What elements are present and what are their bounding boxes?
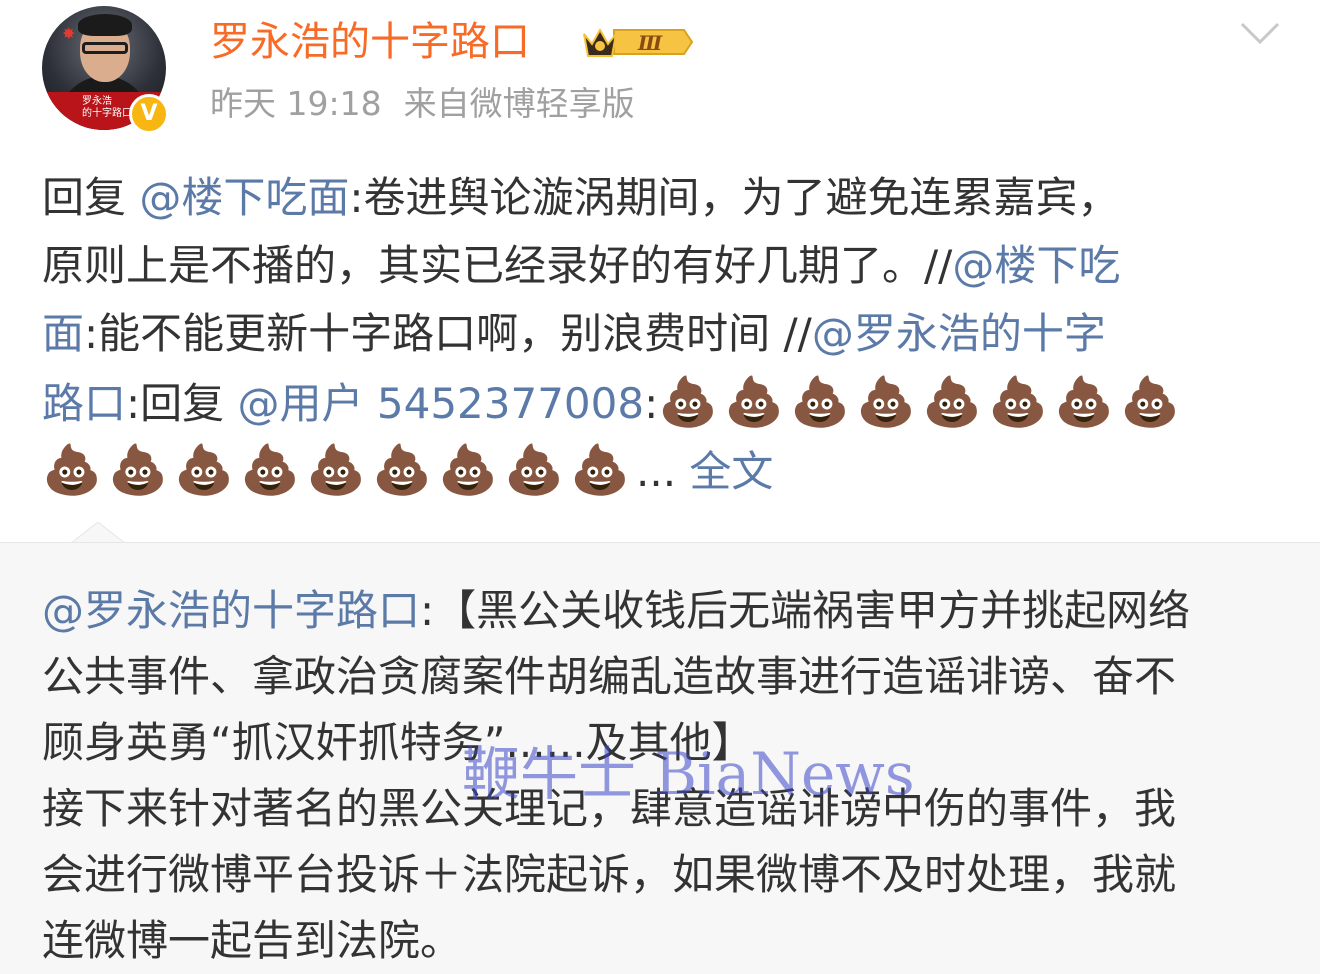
post-text: : (644, 379, 659, 428)
mention-user[interactable]: @用户 5452377008 (238, 379, 645, 428)
repost-line-1: @罗永浩的十字路口:【黑公关收钱后无端祸害甲方并挑起网络 (42, 578, 1292, 644)
post-body: 回复 @楼下吃面:卷进舆论漩涡期间，为了避免连累嘉宾， 原则上是不播的，其实已经… (42, 164, 1292, 504)
post-text: :卷进舆论漩涡期间，为了避免连累嘉宾， (349, 173, 1120, 222)
poop-emoji-icon: 💩 (372, 442, 432, 498)
post-line-3: 面:能不能更新十字路口啊，别浪费时间 //@罗永浩的十字 (42, 300, 1292, 368)
post-source[interactable]: 来自微博轻享版 (404, 84, 635, 123)
repost-text: :【黑公关收钱后无端祸害甲方并挑起网络 (420, 586, 1191, 635)
post-line-1: 回复 @楼下吃面:卷进舆论漩涡期间，为了避免连累嘉宾， (42, 164, 1292, 232)
post-meta: 昨天 19:18 来自微博轻享版 (210, 80, 635, 128)
repost-notch (70, 522, 126, 544)
avatar-glasses (82, 42, 128, 54)
post-text: :回复 (126, 379, 238, 428)
poop-emoji-icon: 💩 (1054, 374, 1115, 430)
poop-emoji-icon: 💩 (988, 374, 1049, 430)
post-text: 原则上是不播的，其实已经录好的有好几期了。// (42, 241, 953, 290)
poop-emoji-icon: 💩 (306, 442, 366, 498)
repost-line-2: 公共事件、拿政治贪腐案件胡编乱造故事进行造谣诽谤、奋不 (42, 652, 1177, 701)
post-line-5: 💩 💩 💩 💩 💩 💩 💩 💩 💩... 全文 (42, 436, 1292, 504)
poop-emoji-icon: 💩 (1120, 374, 1181, 430)
member-level-label: Ⅲ (637, 31, 663, 55)
post-timestamp: 昨天 19:18 (210, 84, 382, 123)
verified-badge-icon: V (129, 94, 169, 134)
watermark: 鞭牛士 BiaNews (462, 740, 915, 808)
poop-emoji-icon: 💩 (658, 374, 719, 430)
avatar-hair (78, 14, 132, 36)
mention-luoyonghao-end[interactable]: 路口 (42, 379, 126, 428)
reply-prefix: 回复 (42, 173, 127, 222)
repost-line-5: 会进行微博平台投诉＋法院起诉，如果微博不及时处理，我就 (42, 850, 1177, 899)
poop-emoji-icon: 💩 (438, 442, 498, 498)
poop-emoji-icon: 💩 (42, 442, 102, 498)
poop-emoji-icon: 💩 (108, 442, 168, 498)
repost-author-mention[interactable]: @罗永浩的十字路口 (42, 586, 420, 635)
ellipsis: ... (636, 447, 690, 496)
post-text: :能不能更新十字路口啊，别浪费时间 // (84, 309, 812, 358)
member-crown-badge-icon[interactable]: Ⅲ (580, 22, 696, 62)
username[interactable]: 罗永浩的十字路口 (210, 14, 530, 70)
mention-loudown[interactable]: @楼下吃面 (139, 173, 349, 222)
poop-emoji-icon: 💩 (174, 442, 234, 498)
full-text-link[interactable]: 全文 (689, 447, 773, 496)
poop-emoji-icon: 💩 (724, 374, 785, 430)
repost-line-6: 连微博一起告到法院。 (42, 916, 463, 965)
mention-loudown-split[interactable]: @楼下吃 (952, 241, 1120, 290)
poop-emoji-icon: 💩 (240, 442, 300, 498)
mention-loudown-split-end[interactable]: 面 (42, 309, 84, 358)
mention-luoyonghao[interactable]: @罗永浩的十字 (812, 309, 1106, 358)
emoji-row: 💩 💩 💩 💩 💩 💩 💩 💩 (658, 374, 1186, 430)
emoji-row: 💩 💩 💩 💩 💩 💩 💩 💩 💩 (42, 442, 636, 498)
poop-emoji-icon: 💩 (504, 442, 564, 498)
poop-emoji-icon: 💩 (570, 442, 630, 498)
poop-emoji-icon: 💩 (790, 374, 851, 430)
post-line-4: 路口:回复 @用户 5452377008:💩 💩 💩 💩 💩 💩 💩 💩 (42, 368, 1292, 436)
poop-emoji-icon: 💩 (856, 374, 917, 430)
post-line-2: 原则上是不播的，其实已经录好的有好几期了。//@楼下吃 (42, 232, 1292, 300)
avatar-star-icon: ✸ (62, 24, 76, 43)
poop-emoji-icon: 💩 (922, 374, 983, 430)
chevron-down-icon[interactable] (1238, 18, 1282, 48)
post-header: ✸ 罗永浩 的十字路口 V 罗永浩的十字路口 Ⅲ 昨天 19:18 来自微博轻享版 (0, 0, 1320, 150)
